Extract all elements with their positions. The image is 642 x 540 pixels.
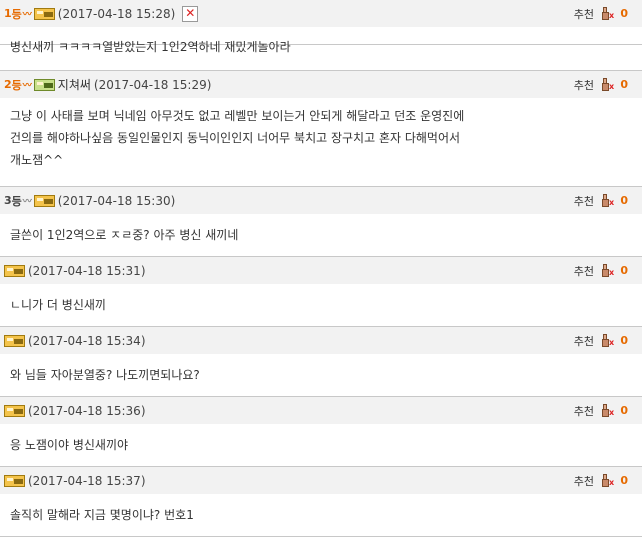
recommend-count: 0 xyxy=(620,474,628,487)
rank-suffix: 등 xyxy=(11,7,22,21)
recommend-label: 추천 xyxy=(573,404,594,418)
recommend-count: 0 xyxy=(620,264,628,277)
level-badge-icon xyxy=(4,474,25,487)
comment-timestamp: (2017-04-18 15:29) xyxy=(93,77,212,92)
thumbs-up-icon[interactable]: x xyxy=(600,403,614,418)
rank-wave-icon: 〰 xyxy=(22,10,32,20)
comment-text: 응 노잼이야 병신새끼야 xyxy=(10,438,129,452)
level-badge-icon xyxy=(33,194,55,207)
comment-body: ㄴ니가 더 병신새끼 xyxy=(0,294,116,316)
thumbs-up-icon[interactable]: x xyxy=(600,6,614,21)
comment-body: 솔직히 말해라 지금 몇명이냐? 번호1 xyxy=(0,504,204,526)
comment-text: 개노잼^^ xyxy=(10,153,64,167)
comment-timestamp: (2017-04-18 15:36) xyxy=(28,403,146,418)
recommend-label: 추천 xyxy=(573,194,594,208)
comment-text: 그냥 이 사태를 보며 닉네임 아무것도 없고 레벨만 보이는거 안되게 해달라… xyxy=(10,109,465,123)
comment-header: (2017-04-18 15:37) 추천 x 0 xyxy=(0,466,642,494)
recommend-count: 0 xyxy=(620,404,628,417)
recommend-count: 0 xyxy=(620,78,628,91)
rank-wave-icon: 〰 xyxy=(22,81,32,91)
recommend-label: 추천 xyxy=(573,264,594,278)
recommend-count: 0 xyxy=(620,7,628,20)
thumbs-up-icon[interactable]: x xyxy=(600,473,614,488)
thumbs-up-icon[interactable]: x xyxy=(600,77,614,92)
nickname[interactable]: 지쳐써 xyxy=(58,76,91,93)
recommend-count: 0 xyxy=(620,334,628,347)
comment-timestamp: (2017-04-18 15:34) xyxy=(28,333,146,348)
comment-text: 병신새끼 ㅋㅋㅋㅋ열받았는지 1인2역하네 재밌게놀아라 xyxy=(10,40,291,54)
comment-timestamp: (2017-04-18 15:30) xyxy=(57,193,176,208)
comment-text: 와 님들 자아분열중? 나도끼면되나요? xyxy=(10,368,200,382)
thumbs-up-icon[interactable]: x xyxy=(600,333,614,348)
comment-header: (2017-04-18 15:36) 추천 x 0 xyxy=(0,396,642,424)
comment-body: 와 님들 자아분열중? 나도끼면되나요? xyxy=(0,364,210,386)
rank-number: 1 xyxy=(4,7,12,20)
rank-suffix: 등 xyxy=(11,194,22,208)
bottom-divider xyxy=(0,536,642,537)
level-badge-icon xyxy=(33,78,55,91)
level-badge-icon xyxy=(4,264,25,277)
recommend-label: 추천 xyxy=(573,7,594,21)
delete-icon[interactable]: ✕ xyxy=(182,5,199,22)
rank-badge: 2 등 〰 xyxy=(4,77,32,93)
level-badge-icon xyxy=(4,334,25,347)
comment-text: 솔직히 말해라 지금 몇명이냐? 번호1 xyxy=(10,508,194,522)
comment-header: (2017-04-18 15:34) 추천 x 0 xyxy=(0,326,642,354)
comment-text: 글쓴이 1인2역으로 ㅈㄹ중? 아주 병신 새끼네 xyxy=(10,228,239,242)
recommend-count: 0 xyxy=(620,194,628,207)
rank-badge: 1 등 〰 xyxy=(4,6,32,22)
comment-header: 2 등 〰 지쳐써 (2017-04-18 15:29) 추천 x 0 xyxy=(0,70,642,98)
comment-body: 응 노잼이야 병신새끼야 xyxy=(0,434,138,456)
comment-timestamp: (2017-04-18 15:37) xyxy=(28,473,146,488)
comment-text: 건의를 해야하나싶음 동일인물인지 동닉이인인지 너어무 북치고 장구치고 혼자… xyxy=(10,131,461,145)
comment-body: 병신새끼 ㅋㅋㅋㅋ열받았는지 1인2역하네 재밌게놀아라 xyxy=(0,36,301,58)
thumbs-up-icon[interactable]: x xyxy=(600,263,614,278)
comment-timestamp: (2017-04-18 15:31) xyxy=(28,263,146,278)
comment-timestamp: (2017-04-18 15:28) xyxy=(57,6,176,21)
rank-badge: 3 등 〰 xyxy=(4,193,32,209)
comment-text: ㄴ니가 더 병신새끼 xyxy=(10,298,106,312)
recommend-label: 추천 xyxy=(573,474,594,488)
rank-number: 2 xyxy=(4,78,12,91)
comment-header: 3 등 〰 (2017-04-18 15:30) 추천 x 0 xyxy=(0,186,642,214)
recommend-label: 추천 xyxy=(573,78,594,92)
comment-header: 1 등 〰 (2017-04-18 15:28) ✕ 추천 x 0 xyxy=(0,0,642,27)
comment-body: 그냥 이 사태를 보며 닉네임 아무것도 없고 레벨만 보이는거 안되게 해달라… xyxy=(0,105,474,171)
recommend-label: 추천 xyxy=(573,334,594,348)
comment-body: 글쓴이 1인2역으로 ㅈㄹ중? 아주 병신 새끼네 xyxy=(0,224,248,246)
level-badge-icon xyxy=(33,7,55,20)
rank-suffix: 등 xyxy=(11,78,22,92)
thumbs-up-icon[interactable]: x xyxy=(600,193,614,208)
rank-wave-icon: 〰 xyxy=(22,197,32,207)
level-badge-icon xyxy=(4,404,25,417)
rank-number: 3 xyxy=(4,194,12,207)
comment-header: (2017-04-18 15:31) 추천 x 0 xyxy=(0,256,642,284)
